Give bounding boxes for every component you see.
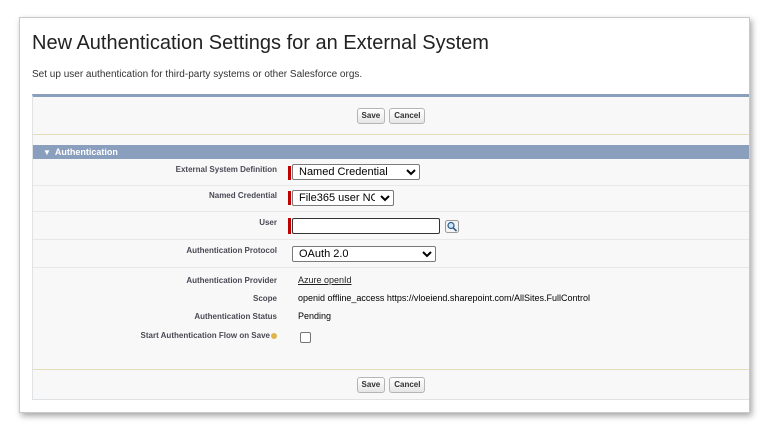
authentication-provider-value: Azure openId (298, 275, 352, 285)
cancel-button[interactable]: Cancel (389, 107, 426, 124)
top-button-row: Save Cancel (33, 97, 749, 135)
required-indicator (288, 166, 291, 180)
bottom-button-row: Save Cancel (33, 369, 749, 399)
scope-label: Scope (252, 294, 277, 303)
named-credential-select[interactable]: File365 user NC (292, 190, 394, 206)
authentication-section-header[interactable]: ▼ Authentication (33, 145, 749, 159)
scope-value: openid offline_access https://vloeiend.s… (298, 293, 590, 303)
authentication-provider-label: Authentication Provider (186, 276, 277, 285)
named-credential-label: Named Credential (208, 191, 277, 200)
user-label: User (259, 218, 277, 227)
start-auth-flow-value (300, 332, 311, 345)
triangle-down-icon: ▼ (43, 147, 51, 157)
start-auth-flow-label: Start Authentication Flow on Save (57, 331, 277, 340)
required-indicator (288, 191, 291, 205)
authentication-status-row: Authentication Status Pending (33, 309, 749, 327)
authentication-status-value: Pending (298, 311, 332, 321)
external-system-definition-select[interactable]: Named Credential (292, 164, 420, 180)
page-description: Set up user authentication for third-par… (32, 69, 363, 80)
authentication-protocol-label: Authentication Protocol (186, 246, 277, 255)
user-input[interactable] (292, 218, 440, 234)
external-system-definition-label: External System Definition (175, 165, 277, 174)
external-system-definition-row: External System Definition Named Credent… (33, 161, 749, 186)
authentication-protocol-value: OAuth 2.0 (292, 246, 436, 262)
scope-row: Scope openid offline_access https://vloe… (33, 291, 749, 309)
cancel-button-bottom[interactable]: Cancel (389, 376, 426, 393)
authentication-protocol-select[interactable]: OAuth 2.0 (292, 246, 436, 262)
magnifier-lookup-icon[interactable] (444, 220, 459, 234)
authentication-status-label: Authentication Status (194, 312, 277, 321)
section-title: Authentication (54, 147, 118, 157)
save-button[interactable]: Save (356, 107, 386, 124)
external-system-definition-value: Named Credential (292, 164, 420, 180)
save-button-bottom[interactable]: Save (356, 376, 386, 393)
required-indicator (288, 218, 291, 234)
named-credential-value: File365 user NC (292, 190, 394, 206)
page-title: New Authentication Settings for an Exter… (32, 32, 489, 54)
help-icon[interactable] (271, 332, 277, 339)
authentication-provider-row: Authentication Provider Azure openId (33, 273, 749, 291)
named-credential-row: Named Credential File365 user NC (33, 186, 749, 212)
start-auth-flow-row: Start Authentication Flow on Save (33, 327, 749, 347)
window-frame: New Authentication Settings for an Exter… (19, 17, 750, 413)
user-value (292, 218, 459, 234)
authentication-protocol-row: Authentication Protocol OAuth 2.0 (33, 240, 749, 268)
edit-panel: Save Cancel ▼ Authentication External Sy… (32, 94, 749, 400)
start-auth-flow-checkbox[interactable] (300, 332, 311, 343)
authentication-provider-link[interactable]: Azure openId (298, 275, 352, 285)
user-row: User (33, 212, 749, 240)
